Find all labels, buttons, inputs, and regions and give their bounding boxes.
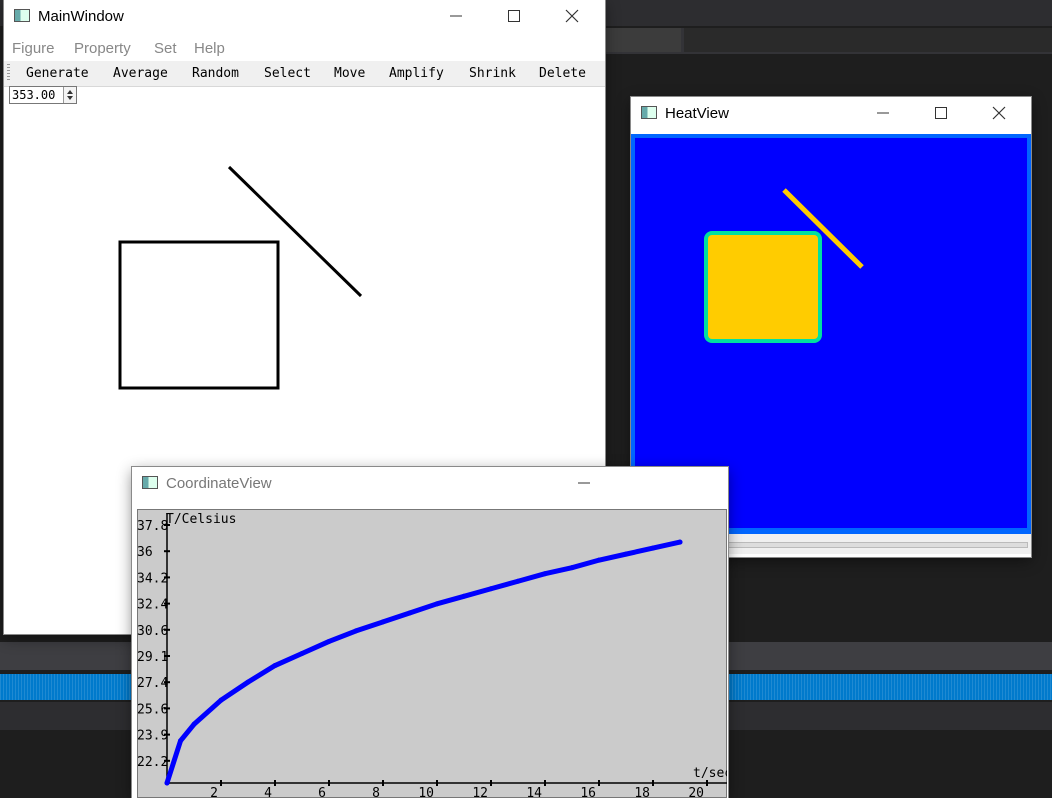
x-tick-label: 10	[418, 786, 434, 798]
data-point	[326, 638, 332, 644]
x-tick-label: 6	[318, 786, 326, 798]
heat-view-titlebar[interactable]: HeatView	[631, 97, 1031, 130]
delete-button[interactable]: Delete	[539, 66, 586, 81]
x-tick-label: 12	[472, 786, 488, 798]
maximize-button[interactable]	[919, 97, 965, 128]
data-point	[461, 593, 467, 599]
x-axis-label: t/sec	[693, 766, 727, 781]
x-tick-label: 4	[264, 786, 272, 798]
close-button[interactable]	[977, 97, 1023, 128]
x-tick-label: 14	[526, 786, 542, 798]
coordinate-view-titlebar[interactable]: CoordinateView	[132, 467, 728, 500]
x-tick-label: 16	[580, 786, 596, 798]
menu-set[interactable]: Set	[154, 40, 177, 57]
temperature-series-line	[164, 539, 683, 786]
data-point	[299, 651, 305, 657]
data-point	[650, 545, 656, 551]
amplify-button[interactable]: Amplify	[389, 66, 444, 81]
maximize-button[interactable]	[492, 0, 538, 31]
y-tick-label: 27.4	[137, 676, 168, 691]
data-point	[164, 780, 170, 786]
menu-figure[interactable]: Figure	[12, 40, 55, 57]
y-tick-label: 32.4	[137, 598, 168, 613]
data-point	[569, 565, 575, 571]
x-tick-label: 18	[634, 786, 650, 798]
data-point	[677, 539, 683, 545]
minimize-button[interactable]	[434, 0, 480, 31]
menu-bar: Figure Property Set Help	[4, 33, 605, 60]
data-point	[623, 551, 629, 557]
spinbox-value: 353.00	[12, 88, 56, 102]
main-window-title: MainWindow	[38, 8, 124, 25]
data-point	[353, 628, 359, 634]
data-point	[218, 697, 224, 703]
coordinate-plot-area: 2 4 6 8 10 12 14 16 18 20 37.8 36 34.2 32.4 30.6 29.1 27…	[137, 509, 727, 798]
menu-help[interactable]: Help	[194, 40, 225, 57]
tool-bar: Generate Average Random Select Move Ampl…	[4, 61, 605, 87]
spinbox-arrows[interactable]	[63, 87, 76, 103]
y-tick-label: 36	[137, 545, 153, 560]
data-point	[245, 679, 251, 685]
data-point	[596, 557, 602, 563]
line-shape	[227, 165, 363, 298]
minimize-button[interactable]	[861, 97, 907, 128]
heat-square	[708, 235, 818, 339]
coordinate-view-title: CoordinateView	[166, 475, 272, 492]
data-point	[272, 663, 278, 669]
data-point	[434, 601, 440, 607]
x-tick-label: 2	[210, 786, 218, 798]
close-button[interactable]	[550, 0, 596, 31]
menu-property[interactable]: Property	[74, 40, 131, 57]
y-axis-label: T/Celsius	[166, 512, 236, 527]
data-point	[407, 610, 413, 616]
data-point	[191, 721, 197, 727]
y-tick-label: 25.6	[137, 702, 168, 717]
close-icon	[565, 9, 579, 23]
select-button[interactable]: Select	[264, 66, 311, 81]
close-icon	[992, 106, 1006, 120]
data-point	[542, 571, 548, 577]
y-tick-label: 29.1	[137, 650, 168, 665]
maximize-icon	[935, 107, 947, 119]
y-tick-label: 37.8	[137, 519, 168, 534]
heat-view-title: HeatView	[665, 105, 729, 122]
x-tick-label: 8	[372, 786, 380, 798]
minimize-icon	[578, 482, 590, 484]
data-point	[380, 619, 386, 625]
minimize-button[interactable]	[562, 467, 608, 498]
data-point	[178, 738, 183, 744]
toolbar-grip[interactable]	[7, 64, 10, 82]
y-tick-label: 34.2	[137, 571, 168, 586]
app-icon	[641, 106, 657, 119]
data-point	[515, 578, 521, 584]
x-tick-label: 20	[688, 786, 704, 798]
app-icon	[14, 9, 30, 22]
y-tick-label: 23.9	[137, 729, 168, 744]
temperature-chart: 2 4 6 8 10 12 14 16 18 20 37.8 36 34.2 32.4 30.6 29.1 27…	[137, 512, 727, 798]
app-icon	[142, 476, 158, 489]
square-shape	[118, 240, 280, 390]
spin-up-down-icon	[67, 90, 73, 100]
value-spinbox[interactable]: 353.00	[9, 86, 77, 104]
generate-button[interactable]: Generate	[26, 66, 89, 81]
y-tick-label: 22.2	[137, 755, 168, 770]
data-point	[488, 586, 494, 592]
average-button[interactable]: Average	[113, 66, 168, 81]
shrink-button[interactable]: Shrink	[469, 66, 516, 81]
random-button[interactable]: Random	[192, 66, 239, 81]
maximize-icon	[508, 10, 520, 22]
y-tick-label: 30.6	[137, 624, 168, 639]
main-window-titlebar[interactable]: MainWindow	[4, 0, 605, 33]
move-button[interactable]: Move	[334, 66, 365, 81]
minimize-icon	[450, 15, 462, 17]
minimize-icon	[877, 112, 889, 114]
